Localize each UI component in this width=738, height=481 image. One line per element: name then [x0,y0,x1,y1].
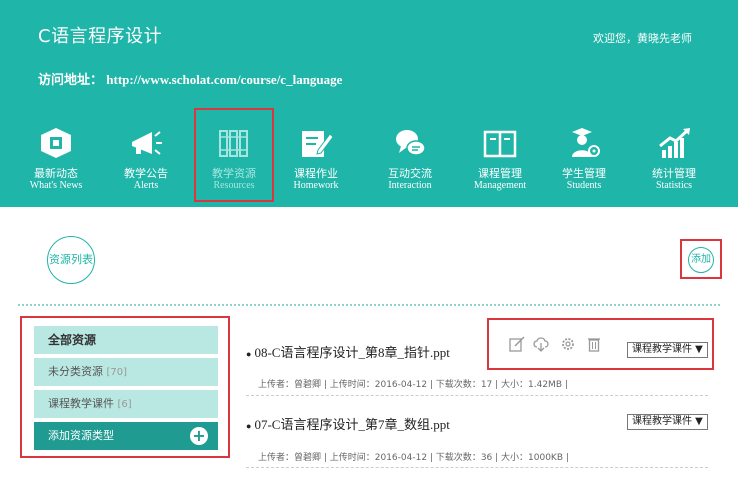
resource-title-text: 08-C语言程序设计_第8章_指针.ppt [254,345,450,360]
nav-item-homework[interactable]: 课程作业 Homework [268,118,364,204]
bullet-icon: ● [246,421,252,431]
edit-icon[interactable] [509,336,525,352]
nav-label-cn: 课程作业 [294,167,338,180]
address-label: 访问地址： [38,73,104,88]
add-resource-type-button[interactable]: 添加资源类型 + [34,422,218,450]
nav-item-interaction[interactable]: 互动交流 Interaction [362,118,458,204]
resource-list-badge[interactable]: 资源列表 [47,236,95,284]
resource-title[interactable]: ● 07-C语言程序设计_第7章_数组.ppt [246,414,450,433]
sidebar-item-count: [70] [106,367,128,378]
news-box-icon [41,128,71,158]
nav-label-cn: 学生管理 [562,167,606,180]
sidebar-item-uncategorized[interactable]: 未分类资源 [70] [34,358,218,386]
open-book-icon [483,130,517,158]
sidebar-item-label: 课程教学课件 [48,397,114,410]
resource-type-select[interactable]: 课程教学课件 ▼ [627,414,708,430]
nav-label-en: Statistics [655,180,693,191]
settings-gear-icon[interactable] [560,336,576,352]
nav-label-cn: 课程管理 [478,167,522,180]
main-nav: 最新动态 What's News 教学公告 Alerts 教学资源 Resour… [0,118,738,204]
nav-item-statistics[interactable]: 统计管理 Statistics [626,118,722,204]
nav-highlight-box [194,108,274,202]
address-url[interactable]: http://www.scholat.com/course/c_language [106,72,342,87]
row-divider [246,467,708,468]
trash-icon[interactable] [586,336,602,352]
actions-highlight-box: 课程教学课件 ▼ [487,318,714,370]
nav-label-cn: 互动交流 [388,167,432,180]
add-button[interactable]: 添加 [688,247,714,273]
section-divider [18,304,720,306]
nav-label-en: Homework [293,180,339,191]
welcome-text: 欢迎您，黄晓先老师 [593,32,692,45]
nav-label-en: Interaction [388,180,432,191]
nav-item-management[interactable]: 课程管理 Management [452,118,548,204]
resource-meta: 上传者：曾碧卿 | 上传时间：2016-04-12 | 下载次数：36 | 大小… [258,453,569,463]
bar-chart-icon [659,128,690,158]
resource-type-select[interactable]: 课程教学课件 ▼ [627,342,708,358]
sidebar-item-label: 未分类资源 [48,365,103,378]
nav-label-cn: 教学公告 [124,167,168,180]
edit-document-icon [302,131,334,157]
nav-item-news[interactable]: 最新动态 What's News [8,118,104,204]
nav-label-en: What's News [29,180,83,191]
bullet-icon: ● [246,349,252,359]
chat-bubbles-icon [396,130,426,156]
resource-title-text: 07-C语言程序设计_第7章_数组.ppt [254,417,450,432]
nav-item-students[interactable]: 学生管理 Students [536,118,632,204]
nav-label-cn: 统计管理 [652,167,696,180]
nav-label-cn: 最新动态 [34,167,78,180]
plus-icon[interactable]: + [190,427,208,445]
sidebar-item-label: 添加资源类型 [48,429,114,442]
download-cloud-icon[interactable] [533,336,549,352]
resource-title[interactable]: ● 08-C语言程序设计_第8章_指针.ppt [246,342,450,361]
sidebar-item-count: [6] [117,399,132,410]
nav-label-en: Students [566,180,602,191]
nav-label-en: Alerts [133,180,159,191]
nav-label-en: Management [473,180,527,191]
resource-meta: 上传者：曾碧卿 | 上传时间：2016-04-12 | 下载次数：17 | 大小… [258,380,568,390]
header: C语言程序设计 欢迎您，黄晓先老师 访问地址： http://www.schol… [0,0,738,207]
student-gear-icon [572,128,600,157]
nav-item-alerts[interactable]: 教学公告 Alerts [98,118,194,204]
sidebar-item-all[interactable]: 全部资源 [34,326,218,354]
megaphone-icon [132,131,162,155]
address-line: 访问地址： http://www.scholat.com/course/c_la… [38,69,342,88]
sidebar: 全部资源 未分类资源 [70] 课程教学课件 [6] 添加资源类型 + [20,316,230,458]
sidebar-item-course-ware[interactable]: 课程教学课件 [6] [34,390,218,418]
row-divider [246,395,708,396]
course-title: C语言程序设计 [38,26,163,47]
add-highlight-box: 添加 [680,239,722,279]
